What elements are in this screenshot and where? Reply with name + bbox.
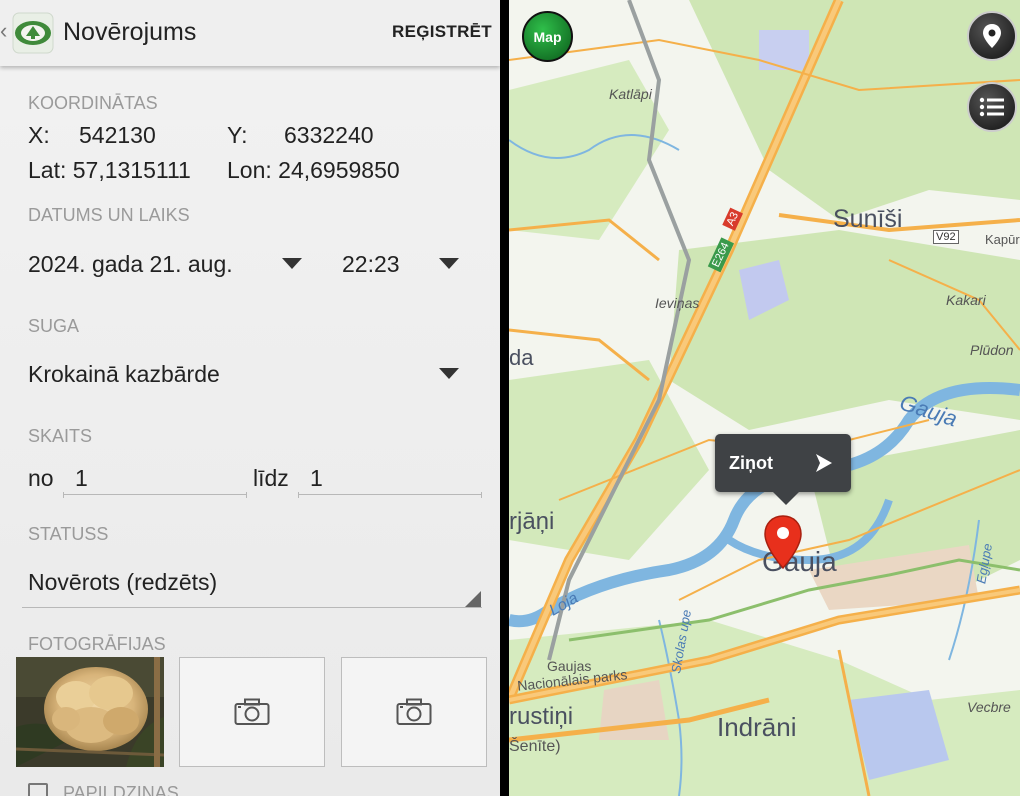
report-popup[interactable]: Ziņot (715, 434, 851, 505)
report-popup-label: Ziņot (729, 453, 773, 473)
time-dropdown-arrow-icon[interactable] (439, 258, 459, 269)
coordinates-section-label: KOORDINĀTAS (28, 93, 158, 113)
count-to-underline-cap (481, 492, 482, 498)
count-from-input[interactable]: 1 (63, 463, 247, 495)
status-select[interactable]: Novērots (redzēts) (28, 569, 217, 596)
species-dropdown-arrow-icon[interactable] (439, 368, 459, 379)
extra-info-label: PAPILDZINAS (63, 783, 179, 796)
place-label: Ieviņas (655, 295, 700, 311)
back-icon[interactable]: ‹ (0, 18, 7, 44)
location-marker-icon[interactable] (762, 514, 804, 570)
map-layer-button[interactable]: Map (522, 11, 573, 62)
count-from-label: no (28, 465, 54, 491)
count-from-underline-cap (246, 492, 247, 498)
species-section-label: SUGA (28, 316, 80, 336)
date-dropdown-arrow-icon[interactable] (282, 258, 302, 269)
camera-icon (396, 698, 432, 725)
longitude-text: Lon: 24,6959850 (227, 157, 400, 183)
status-underline (22, 607, 482, 608)
place-label: Vecbre (967, 699, 1011, 715)
add-photo-slot[interactable] (179, 657, 325, 767)
map-button-label: Map (533, 28, 562, 45)
place-label: Indrāni (717, 712, 797, 742)
datetime-section-label: DATUMS UN LAIKS (28, 205, 190, 225)
place-label: Katlāpi (609, 86, 652, 102)
photos-section-label: FOTOGRĀFIJAS (28, 634, 166, 654)
location-pin-icon (983, 24, 1001, 48)
place-label: Šenīte) (509, 738, 561, 755)
panel-divider (500, 0, 509, 796)
app-bar: ‹ Novērojums REĢISTRĒT (0, 0, 500, 66)
page-title: Novērojums (63, 18, 197, 46)
map-view[interactable]: Katlāpi Sunīši Kapūr Kakari Plūdon Ieviņ… (509, 0, 1020, 796)
y-value: 6332240 (284, 122, 374, 148)
list-button[interactable] (967, 82, 1017, 132)
send-arrow-icon[interactable] (815, 453, 833, 473)
count-to-underline-cap (298, 492, 299, 498)
app-logo-icon[interactable] (12, 12, 54, 54)
place-label: Plūdon (970, 342, 1014, 358)
fungus-photo[interactable] (16, 657, 164, 767)
place-label: Sunīši (833, 205, 903, 233)
place-label: da (509, 345, 534, 370)
status-spinner-corner-icon[interactable] (465, 591, 481, 607)
observation-form-panel: ‹ Novērojums REĢISTRĒT KOORDINĀTAS X: 54… (0, 0, 500, 796)
register-button[interactable]: REĢISTRĒT (392, 22, 492, 42)
camera-icon (234, 698, 270, 725)
count-from-underline-cap (63, 492, 64, 498)
species-select[interactable]: Krokainā kazbārde (28, 361, 220, 388)
count-section-label: SKAITS (28, 426, 93, 446)
date-select[interactable]: 2024. gada 21. aug. (28, 251, 233, 278)
x-value: 542130 (79, 122, 156, 148)
count-to-input[interactable]: 1 (298, 463, 482, 495)
count-to-label: līdz (253, 465, 289, 491)
place-label: Kapūr (985, 232, 1020, 247)
road-shield: V92 (933, 230, 959, 244)
location-button[interactable] (967, 11, 1017, 61)
place-label: Kakari (946, 292, 986, 308)
place-label: rjāņi (509, 508, 555, 535)
extra-info-checkbox[interactable] (28, 783, 48, 796)
status-section-label: STATUSS (28, 524, 109, 544)
time-select[interactable]: 22:23 (342, 251, 400, 278)
place-label: rustiņi (509, 703, 574, 730)
add-photo-slot[interactable] (341, 657, 487, 767)
latitude-text: Lat: 57,1315111 (28, 157, 191, 183)
list-icon (979, 97, 1004, 117)
y-label: Y: (227, 122, 248, 148)
x-label: X: (28, 122, 50, 148)
